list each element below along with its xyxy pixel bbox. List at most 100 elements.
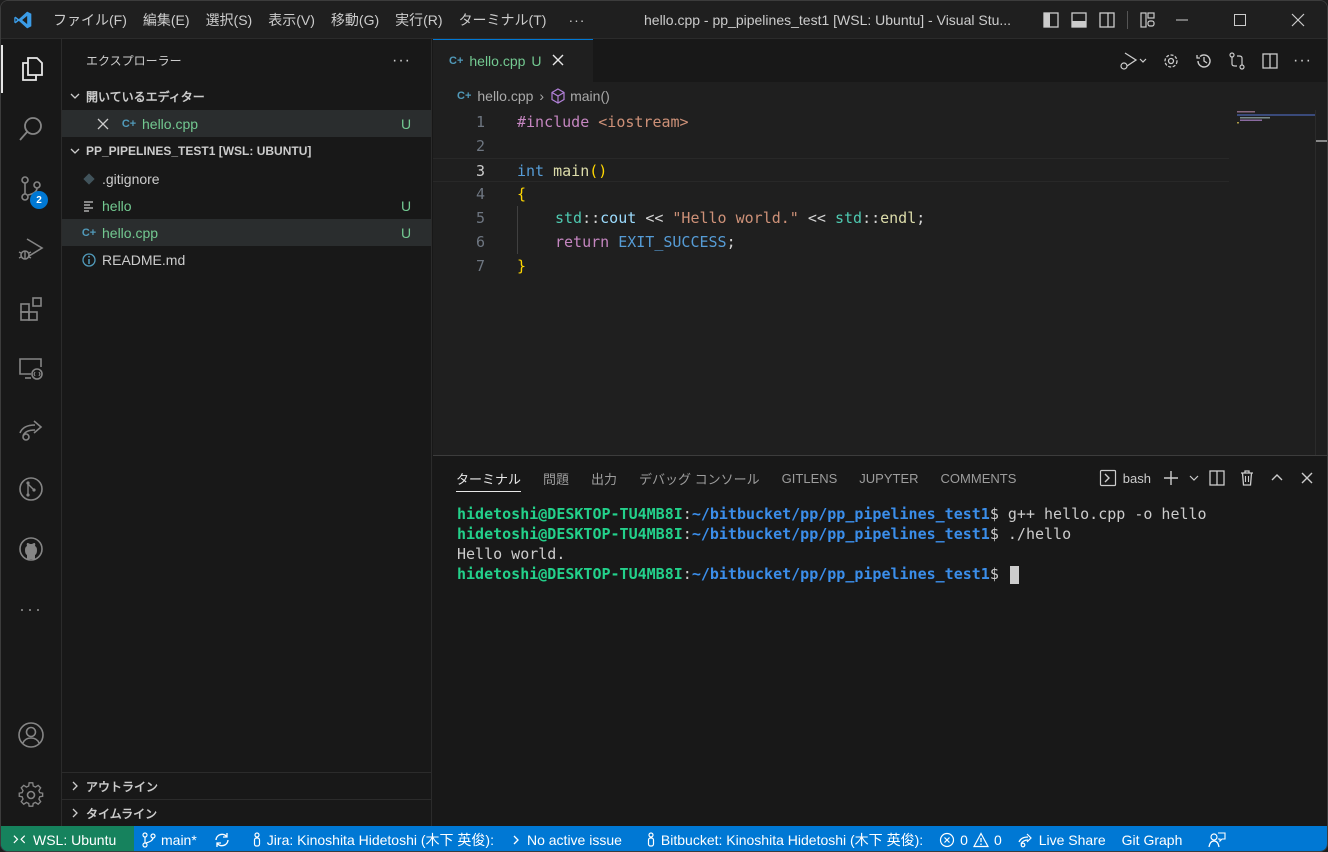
editor-actions: ··· <box>1112 39 1319 82</box>
maximize-button[interactable] <box>1211 1 1269 39</box>
terminal-shell-selector[interactable]: bash <box>1095 463 1155 493</box>
open-editor-item[interactable]: C+ hello.cpp U <box>62 110 431 137</box>
breadcrumb: C+ hello.cpp › main() <box>433 82 1327 110</box>
activity-remote-explorer[interactable] <box>1 345 61 393</box>
menu-run[interactable]: 実行(R) <box>387 1 450 38</box>
jira-status[interactable]: Jira: Kinoshita Hidetoshi (木下 英俊): <box>244 826 502 851</box>
menu-go[interactable]: 移動(G) <box>323 1 387 38</box>
menu-file[interactable]: ファイル(F) <box>45 1 135 38</box>
panel-actions: bash <box>1093 456 1321 500</box>
remote-indicator[interactable]: WSL: Ubuntu <box>1 826 134 851</box>
new-terminal-button[interactable] <box>1157 463 1185 493</box>
lines-icon <box>80 197 98 215</box>
bitbucket-status[interactable]: Bitbucket: Kinoshita Hidetoshi (木下 英俊): <box>638 826 931 851</box>
activity-explorer[interactable] <box>1 45 61 93</box>
timeline-section[interactable]: タイムライン <box>62 799 431 826</box>
token-operator: :: <box>862 209 881 227</box>
git-branch[interactable]: main* <box>134 826 205 851</box>
issue-label: No active issue <box>526 831 622 848</box>
error-icon <box>940 832 955 847</box>
feedback-icon <box>1208 831 1226 847</box>
toggle-secondary-sidebar-button[interactable] <box>1093 1 1121 39</box>
panel-tab-gitlens[interactable]: GITLENS <box>771 456 849 500</box>
settings-button[interactable] <box>1154 46 1187 76</box>
plus-icon <box>1164 471 1178 485</box>
outline-section[interactable]: アウトライン <box>62 772 431 799</box>
panel-tab-debug-console[interactable]: デバッグ コンソール <box>628 456 771 500</box>
close-editor-icon[interactable] <box>94 115 112 133</box>
file-item[interactable]: hello U <box>62 192 431 219</box>
menu-view[interactable]: 表示(V) <box>260 1 323 38</box>
editor-more-button[interactable]: ··· <box>1286 46 1319 76</box>
activity-bar: 2 ··· <box>1 39 62 826</box>
token-operator: << <box>807 209 826 227</box>
compare-changes-button[interactable] <box>1220 46 1253 76</box>
git-graph-icon <box>19 477 43 501</box>
terminal-line: hidetoshi@DESKTOP-TU4MB8I:~/bitbucket/pp… <box>457 564 1327 584</box>
close-tab-icon[interactable] <box>552 53 564 69</box>
jira-label: Jira: Kinoshita Hidetoshi (木下 英俊): <box>266 831 494 848</box>
token-punct: ; <box>726 233 736 251</box>
sidebar-layout-icon <box>1043 12 1059 28</box>
git-graph-button[interactable]: Git Graph <box>1114 826 1191 851</box>
editor-tab-hello-cpp[interactable]: C+ hello.cpp U <box>433 39 593 82</box>
file-name: .gitignore <box>102 170 160 187</box>
activity-git-graph[interactable] <box>1 465 61 513</box>
panel-tab-comments[interactable]: COMMENTS <box>930 456 1028 500</box>
activity-manage[interactable] <box>1 771 61 819</box>
split-editor-button[interactable] <box>1253 46 1286 76</box>
close-panel-button[interactable] <box>1293 463 1321 493</box>
editor-tab-bar: C+ hello.cpp U ··· <box>433 39 1327 82</box>
cpp-icon: C+ <box>81 226 97 239</box>
sidebar-more-button[interactable]: ··· <box>392 52 411 70</box>
feedback-button[interactable] <box>1200 826 1239 851</box>
split-terminal-button[interactable] <box>1203 463 1231 493</box>
breadcrumb-file[interactable]: hello.cpp <box>477 88 533 104</box>
tab-git-status: U <box>531 53 542 69</box>
workspace-header[interactable]: PP_PIPELINES_TEST1 [WSL: UBUNTU] <box>62 137 431 165</box>
code-editor[interactable]: 1 #include <iostream> 2 3 int main() 4 {… <box>433 110 1233 278</box>
activity-run-debug[interactable] <box>1 225 61 273</box>
file-item[interactable]: C+ hello.cpp U <box>62 219 431 246</box>
activity-live-share[interactable] <box>1 405 61 453</box>
panel-tab-output[interactable]: 出力 <box>580 456 628 500</box>
file-item[interactable]: README.md <box>62 246 431 273</box>
activity-accounts[interactable] <box>1 711 61 759</box>
kill-terminal-button[interactable] <box>1233 463 1261 493</box>
activity-source-control[interactable]: 2 <box>1 165 61 213</box>
close-window-button[interactable] <box>1269 1 1327 39</box>
sync-button[interactable] <box>205 826 244 851</box>
chevron-right-icon <box>66 777 84 795</box>
toggle-primary-sidebar-button[interactable] <box>1037 1 1065 39</box>
chevron-down-icon <box>66 142 84 160</box>
panel-tab-jupyter[interactable]: JUPYTER <box>848 456 929 500</box>
timeline-history-button[interactable] <box>1187 46 1220 76</box>
terminal-output[interactable]: hidetoshi@DESKTOP-TU4MB8I:~/bitbucket/pp… <box>433 500 1327 584</box>
open-editors-header[interactable]: 開いているエディター <box>62 82 431 110</box>
panel-tab-problems[interactable]: 問題 <box>532 456 580 500</box>
menu-terminal[interactable]: ターミナル(T) <box>451 1 555 38</box>
editor-scrollbar[interactable] <box>1315 110 1327 455</box>
menu-selection[interactable]: 選択(S) <box>198 1 261 38</box>
jira-issue[interactable]: No active issue <box>502 826 630 851</box>
activity-github[interactable] <box>1 525 61 573</box>
toggle-panel-button[interactable] <box>1065 1 1093 39</box>
activity-extensions[interactable] <box>1 285 61 333</box>
menu-edit[interactable]: 編集(E) <box>135 1 198 38</box>
minimap[interactable] <box>1233 110 1327 455</box>
breadcrumb-symbol[interactable]: main() <box>570 88 610 104</box>
menu-more-button[interactable]: ··· <box>554 12 599 28</box>
maximize-panel-button[interactable] <box>1263 463 1291 493</box>
terminal-icon <box>1099 469 1116 487</box>
activity-search[interactable] <box>1 105 61 153</box>
run-debug-dropdown-button[interactable] <box>1112 46 1154 76</box>
live-share-button[interactable]: Live Share <box>1010 826 1114 851</box>
file-item[interactable]: .gitignore <box>62 165 431 192</box>
problems-status[interactable]: 0 0 <box>931 826 1010 851</box>
token-variable: cout <box>600 209 637 227</box>
activity-more[interactable]: ··· <box>1 585 61 633</box>
minimize-button[interactable] <box>1153 1 1211 39</box>
panel-tab-terminal[interactable]: ターミナル <box>445 456 532 500</box>
terminal-dropdown-button[interactable] <box>1187 463 1201 493</box>
bottom-panel: ターミナル 問題 出力 デバッグ コンソール GITLENS JUPYTER C… <box>433 455 1327 826</box>
